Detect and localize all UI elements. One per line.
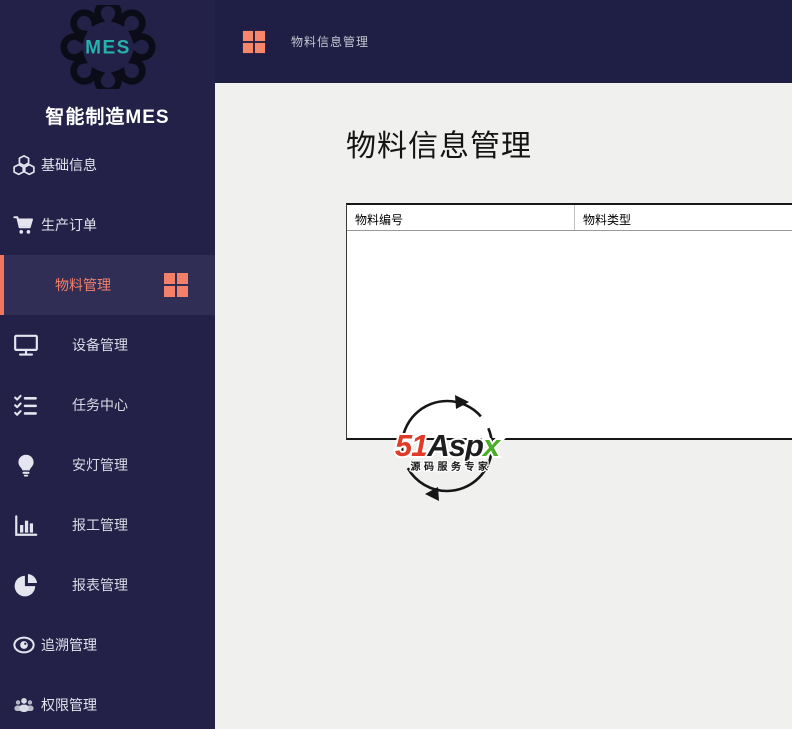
sidebar-item-label: 报工管理 [72,517,128,533]
sidebar-item-material-management[interactable]: 物料管理 [0,255,215,315]
main-content: 物料信息管理 物料编号 物料类型 51Aspx 源码服务专家 [215,83,792,729]
app-window: MES 智能制造MES 基础信息 生产订单 物料管理 设备管理 任务中心 安灯管… [0,0,792,729]
column-header-material-type[interactable]: 物料类型 [575,205,792,230]
sidebar: MES 智能制造MES 基础信息 生产订单 物料管理 设备管理 任务中心 安灯管… [0,0,215,729]
sidebar-item-label: 安灯管理 [72,457,128,473]
sidebar-item-label: 任务中心 [72,397,128,413]
gear-logo-icon: MES [59,5,156,89]
sidebar-item-task-center[interactable]: 任务中心 [0,375,215,435]
sidebar-item-label: 物料管理 [55,277,111,293]
app-logo: MES [0,0,215,94]
app-title: 智能制造MES [45,107,170,128]
sidebar-item-label: 设备管理 [72,337,128,353]
cubes-icon [12,154,36,176]
bar-chart-icon [13,512,39,538]
grid-icon[interactable] [242,30,266,54]
sidebar-item-traceability-management[interactable]: 追溯管理 [0,615,215,675]
brand-asp: Asp [426,428,483,463]
sidebar-item-andon-management[interactable]: 安灯管理 [0,435,215,495]
sidebar-item-report-management[interactable]: 报表管理 [0,555,215,615]
grid-icon [163,272,189,298]
sidebar-item-equipment-management[interactable]: 设备管理 [0,315,215,375]
eye-icon [12,634,36,656]
page-title: 物料信息管理 [346,130,532,163]
breadcrumb: 物料信息管理 [291,35,370,49]
monitor-icon [13,332,39,358]
users-icon [12,694,36,716]
sidebar-item-permission-management[interactable]: 权限管理 [0,675,215,729]
brand-51: 51 [395,428,427,463]
sidebar-item-label: 追溯管理 [41,637,97,653]
brand-tagline: 源码服务专家 [411,460,492,473]
brand-x: x [481,428,502,463]
51aspx-logo-icon: 51Aspx 源码服务专家 [393,395,505,501]
arrow-top-icon [455,395,469,409]
cart-icon [12,214,36,236]
table-header-row: 物料编号 物料类型 [347,205,792,231]
sidebar-item-label: 权限管理 [41,697,97,713]
sidebar-item-basic-info[interactable]: 基础信息 [0,135,215,195]
svg-text:51Aspx: 51Aspx [395,428,502,463]
sidebar-menu: 基础信息 生产订单 物料管理 设备管理 任务中心 安灯管理 报工管理 报表管理 … [0,135,215,729]
sidebar-item-work-report-management[interactable]: 报工管理 [0,495,215,555]
sidebar-item-label: 基础信息 [41,157,97,173]
topbar: 物料信息管理 [215,0,792,83]
task-list-icon [13,392,39,418]
lightbulb-icon [13,452,39,478]
logo-text: MES [85,38,131,59]
sidebar-item-label: 报表管理 [72,577,128,593]
51aspx-watermark: 51Aspx 源码服务专家 [385,395,510,501]
sidebar-item-production-orders[interactable]: 生产订单 [0,195,215,255]
pie-chart-icon [13,572,39,598]
column-header-material-number[interactable]: 物料编号 [347,205,575,230]
sidebar-item-label: 生产订单 [41,217,97,233]
